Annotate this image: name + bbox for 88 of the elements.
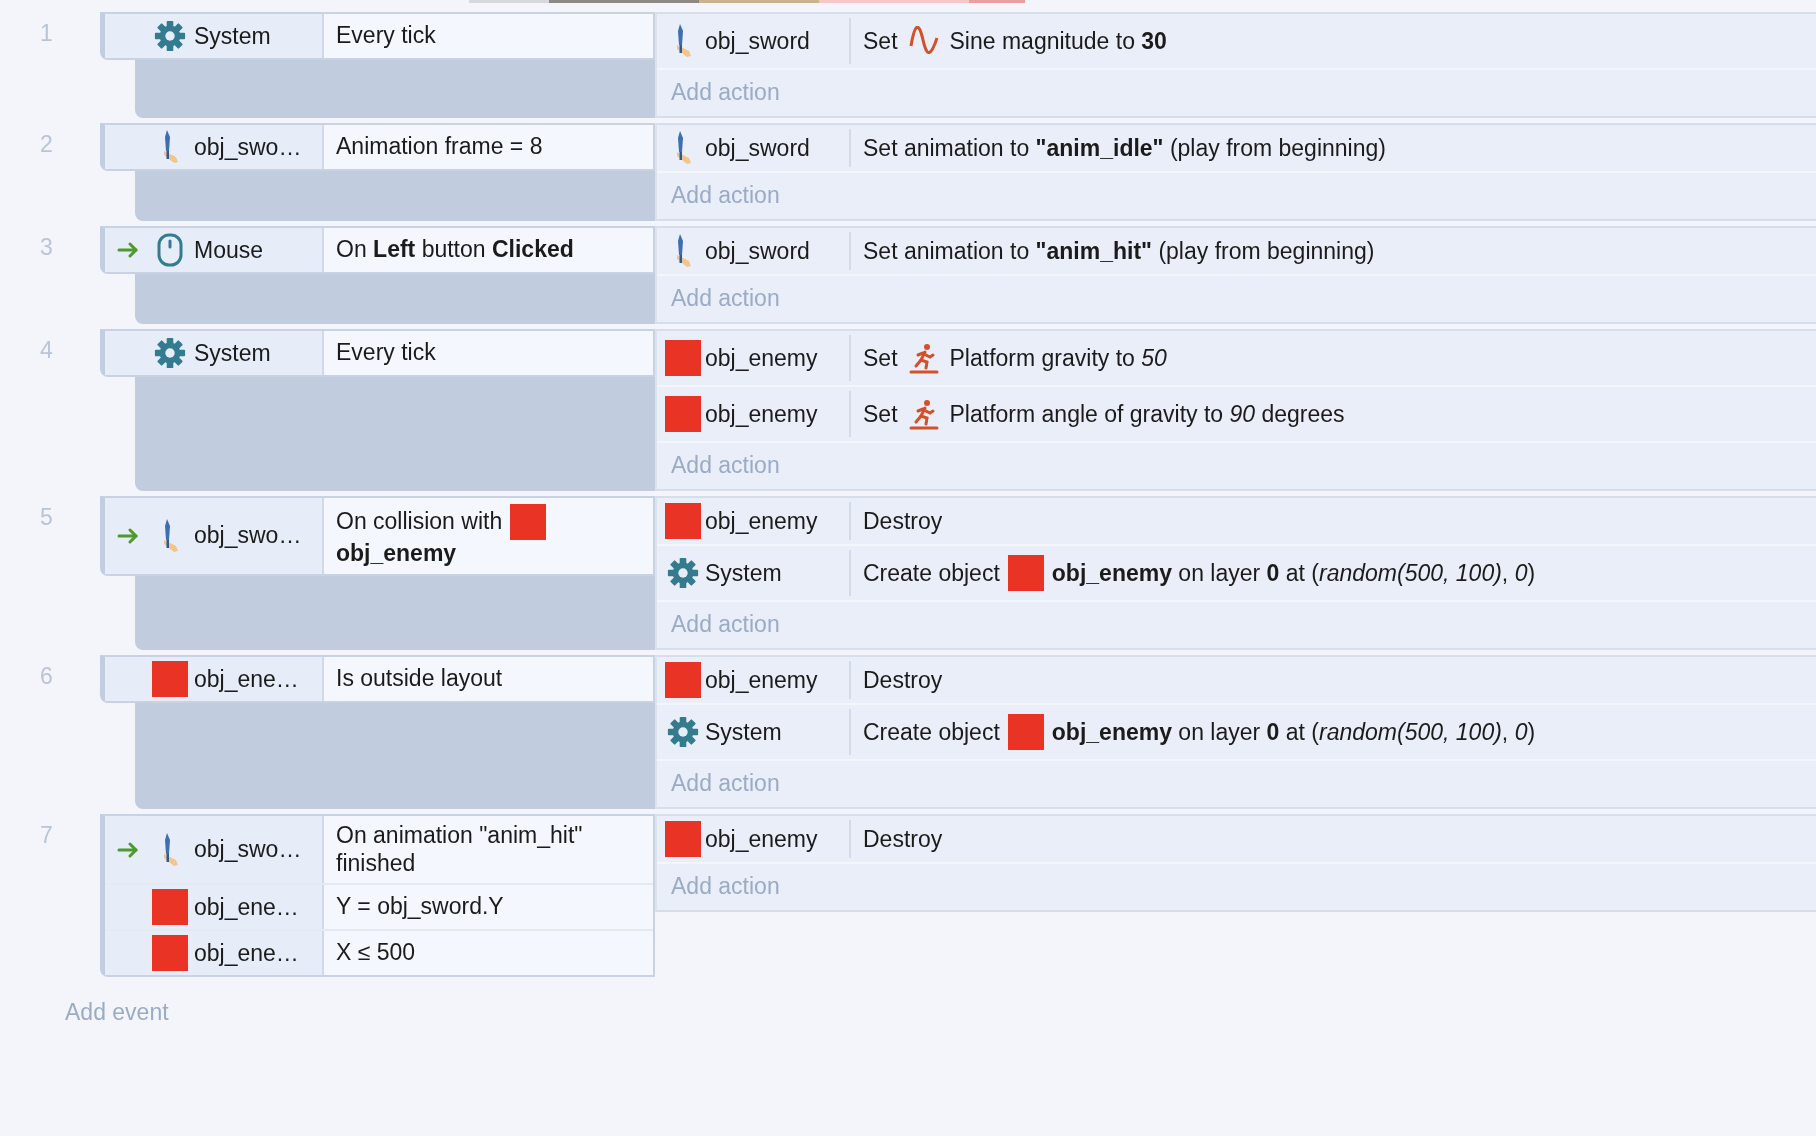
square-icon <box>1007 555 1044 591</box>
condition-text: Is outside layout <box>336 665 503 693</box>
object-name: obj_enemy <box>705 666 818 694</box>
object-name: obj_swo… <box>194 522 302 550</box>
action-text: Destroy <box>863 825 943 853</box>
gear-icon <box>666 715 700 749</box>
action-text: Set animation to "anim_idle" (play from beginning) <box>863 134 1386 162</box>
object-name: obj_enemy <box>705 825 818 853</box>
condition-text: Every tick <box>336 22 436 50</box>
running-figure-icon <box>908 342 939 374</box>
condition-text: obj_enemy <box>336 540 457 568</box>
square-icon <box>665 503 701 539</box>
object-name: obj_swo… <box>194 133 302 161</box>
action-text: Set <box>863 27 898 55</box>
add-action-link[interactable]: Add action <box>657 864 794 910</box>
gear-icon <box>153 19 187 53</box>
action-text: Create object <box>863 559 1000 587</box>
condition-text: X ≤ 500 <box>336 939 416 967</box>
action-text: Platform angle of gravity to 90 degrees <box>949 400 1345 428</box>
add-action-link[interactable]: Add action <box>657 443 794 489</box>
object-name: System <box>705 718 782 746</box>
object-name: System <box>194 339 271 367</box>
action-text: Set <box>863 344 898 372</box>
object-name: obj_sword <box>705 237 810 265</box>
object-name: Mouse <box>194 236 264 264</box>
action-text: Sine magnitude to 30 <box>949 27 1167 55</box>
event-number: 4 <box>39 336 54 364</box>
square-icon <box>665 821 701 857</box>
add-action-link[interactable]: Add action <box>657 70 794 116</box>
object-name: obj_ene… <box>194 939 299 967</box>
object-name: System <box>194 22 271 50</box>
object-name: obj_enemy <box>705 400 818 428</box>
square-icon <box>152 889 188 926</box>
square-icon <box>1007 714 1044 750</box>
condition-block[interactable]: obj_swo… On animation "anim_hit" finished obj_ene… Y = obj_sword.Y obj_ene… X ≤ 500 <box>100 814 655 978</box>
mouse-icon <box>157 233 183 267</box>
object-name: obj_swo… <box>194 836 302 864</box>
object-name: obj_sword <box>705 27 810 55</box>
condition-block[interactable]: System Every tick <box>100 329 655 377</box>
action-text: obj_enemy on layer 0 at (random(500, 100), 0) <box>1051 718 1536 746</box>
event-number: 3 <box>39 233 54 261</box>
action-text: obj_enemy on layer 0 at (random(500, 100), 0) <box>1051 559 1536 587</box>
condition-block[interactable]: obj_swo… On collision with obj_enemy <box>100 496 655 576</box>
event-number: 2 <box>39 130 54 158</box>
square-icon <box>665 396 701 432</box>
gear-icon <box>666 556 700 590</box>
arrow-icon <box>117 242 139 258</box>
action-text: Set <box>863 400 898 428</box>
condition-text: Every tick <box>336 339 436 367</box>
event-number: 1 <box>39 19 54 47</box>
condition-block[interactable]: obj_ene… Is outside layout <box>100 655 655 703</box>
object-name: obj_enemy <box>705 507 818 535</box>
square-icon <box>665 340 701 376</box>
action-text: Set animation to "anim_hit" (play from beginning) <box>863 237 1375 265</box>
object-name: System <box>705 559 782 587</box>
arrow-icon <box>117 841 139 858</box>
arrow-icon <box>117 527 139 544</box>
event-number: 7 <box>39 821 54 849</box>
condition-text: Y = obj_sword.Y <box>336 893 504 921</box>
action-text: Destroy <box>863 507 943 535</box>
event-number: 6 <box>39 662 54 690</box>
condition-text: On collision with <box>336 508 503 536</box>
condition-text: Animation frame = 8 <box>336 133 543 161</box>
condition-block[interactable]: Mouse On Left button Clicked <box>100 226 655 274</box>
gear-icon <box>153 336 187 370</box>
running-figure-icon <box>908 398 939 430</box>
square-icon <box>152 661 188 697</box>
object-name: obj_enemy <box>705 344 818 372</box>
condition-text: On Left button Clicked <box>336 236 574 264</box>
object-name: obj_sword <box>705 134 810 162</box>
add-event-link[interactable]: Add event <box>65 999 169 1027</box>
square-icon <box>665 662 701 698</box>
add-action-link[interactable]: Add action <box>657 602 794 648</box>
condition-block[interactable]: obj_swo… Animation frame = 8 <box>100 123 655 171</box>
add-action-link[interactable]: Add action <box>657 173 794 219</box>
action-text: Destroy <box>863 666 943 694</box>
condition-text: On animation "anim_hit" finished <box>336 822 584 878</box>
add-action-link[interactable]: Add action <box>657 276 794 322</box>
square-icon <box>152 935 188 972</box>
object-name: obj_ene… <box>194 893 299 921</box>
object-name: obj_ene… <box>194 665 299 693</box>
event-number: 5 <box>39 503 54 531</box>
action-text: Platform gravity to 50 <box>949 344 1167 372</box>
add-action-link[interactable]: Add action <box>657 761 794 807</box>
square-icon <box>510 504 547 540</box>
action-text: Create object <box>863 718 1000 746</box>
condition-block[interactable]: System Every tick <box>100 12 655 60</box>
sine-wave-icon <box>908 26 939 56</box>
